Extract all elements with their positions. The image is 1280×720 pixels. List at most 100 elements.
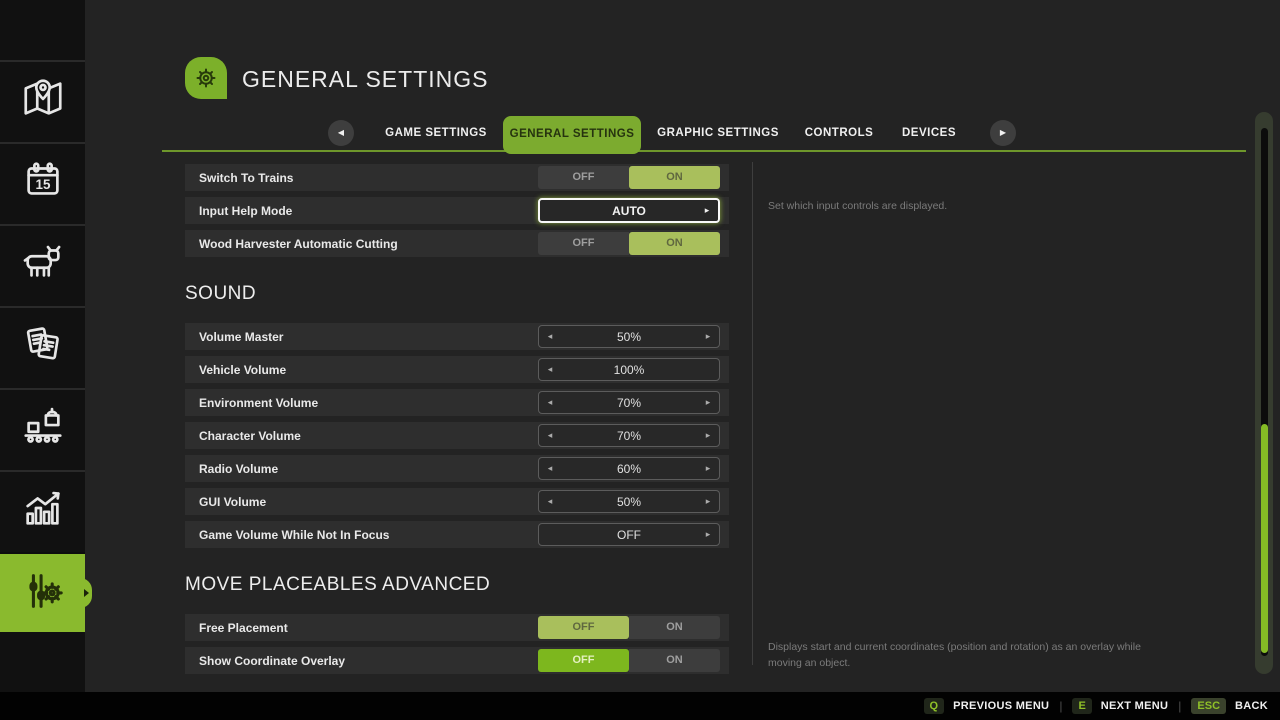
- toggle-off-button[interactable]: OFF: [538, 166, 629, 189]
- toggle-off-button[interactable]: OFF: [538, 232, 629, 255]
- chevron-left-icon: ◀: [337, 128, 345, 137]
- settings-row: GUI Volume ◂ 50% ▸: [185, 488, 729, 515]
- setting-label: Wood Harvester Automatic Cutting: [199, 236, 398, 251]
- stepper-control[interactable]: ◂ 50% ▸: [538, 325, 720, 348]
- dropdown-value: AUTO: [612, 203, 646, 218]
- statistics-icon: [20, 485, 66, 536]
- stepper-value: 70%: [616, 395, 642, 410]
- toggle-on-button[interactable]: ON: [629, 649, 720, 672]
- calendar-icon: 15: [20, 157, 66, 208]
- footer-hint-next-menu[interactable]: E NEXT MENU: [1072, 698, 1168, 714]
- setting-label: Game Volume While Not In Focus: [199, 527, 390, 542]
- dropdown-control[interactable]: AUTO ▸: [538, 198, 720, 223]
- settings-row: Environment Volume ◂ 70% ▸: [185, 389, 729, 416]
- scrollbar-thumb[interactable]: [1261, 424, 1268, 653]
- setting-label: Character Volume: [199, 428, 301, 443]
- settings-row: Character Volume ◂ 70% ▸: [185, 422, 729, 449]
- tab-game-settings[interactable]: GAME SETTINGS: [385, 120, 487, 146]
- settings-row: Input Help Mode AUTO ▸: [185, 197, 729, 224]
- setting-control: AUTO ▸: [538, 198, 720, 223]
- setting-label: Show Coordinate Overlay: [199, 653, 346, 668]
- sidebar-item-statistics[interactable]: [0, 470, 85, 548]
- sidebar-item-animals[interactable]: [0, 224, 85, 302]
- sidebar-item-calendar[interactable]: 15: [0, 142, 85, 220]
- map-icon: [20, 75, 66, 126]
- stepper-value: 60%: [616, 461, 642, 476]
- tab-graphic-settings[interactable]: GRAPHIC SETTINGS: [657, 120, 779, 146]
- toggle-on-button[interactable]: ON: [629, 616, 720, 639]
- setting-label: GUI Volume: [199, 494, 267, 509]
- setting-label: Vehicle Volume: [199, 362, 287, 377]
- tab-general-settings[interactable]: GENERAL SETTINGS: [503, 116, 641, 154]
- chevron-right-icon: ▶: [999, 128, 1007, 137]
- stepper-increase-icon[interactable]: ▸: [699, 326, 717, 347]
- stepper-control[interactable]: ◂ 60% ▸: [538, 457, 720, 480]
- settings-row: Vehicle Volume ◂ 100%: [185, 356, 729, 383]
- stepper-value: OFF: [617, 527, 641, 542]
- stepper-decrease-icon[interactable]: ◂: [541, 326, 559, 347]
- setting-control: OFF ON: [538, 649, 720, 672]
- settings-row: Volume Master ◂ 50% ▸: [185, 323, 729, 350]
- active-item-notch: [78, 578, 92, 608]
- key-badge: Q: [923, 698, 945, 714]
- stepper-increase-icon[interactable]: ▸: [699, 491, 717, 512]
- sidebar-item-map[interactable]: [0, 60, 85, 138]
- stepper-increase-icon[interactable]: ▸: [699, 392, 717, 413]
- settings-icon: [20, 568, 66, 619]
- hint-separator: |: [1178, 699, 1182, 713]
- tab-controls[interactable]: CONTROLS: [805, 120, 874, 146]
- sidebar-item-production[interactable]: [0, 388, 85, 466]
- setting-control: OFF ON: [538, 232, 720, 255]
- sidebar-item-contracts[interactable]: [0, 306, 85, 384]
- general-settings-screen: 15 GENERAL SETTINGS ◀ GAME SETTINGS GENE…: [0, 0, 1280, 720]
- setting-label: Input Help Mode: [199, 203, 293, 218]
- stepper-value: 100%: [613, 362, 645, 377]
- stepper-increase-icon[interactable]: ▸: [699, 458, 717, 479]
- setting-control: ◂ 50% ▸: [538, 325, 720, 348]
- chevron-right-icon[interactable]: ▸: [698, 200, 716, 221]
- footer-hint-back[interactable]: ESC BACK: [1191, 698, 1268, 714]
- tooltip-input-help: Set which input controls are displayed.: [768, 200, 948, 212]
- setting-control: OFF ON: [538, 166, 720, 189]
- setting-control: OFF ON: [538, 616, 720, 639]
- footer-hint-previous-menu[interactable]: Q PREVIOUS MENU: [923, 698, 1050, 714]
- toggle-on-button[interactable]: ON: [629, 166, 720, 189]
- hint-label: PREVIOUS MENU: [953, 700, 1050, 712]
- toggle-group: OFF ON: [538, 232, 720, 255]
- stepper-control[interactable]: ◂ 50% ▸: [538, 490, 720, 513]
- tabs-prev-button[interactable]: ◀: [328, 120, 354, 146]
- toggle-group: OFF ON: [538, 616, 720, 639]
- settings-list: Switch To Trains OFF ON Input Help Mode AUTO…: [185, 164, 729, 680]
- setting-control: ◂ 70% ▸: [538, 424, 720, 447]
- tab-devices[interactable]: DEVICES: [902, 120, 956, 146]
- animals-icon: [20, 239, 66, 290]
- stepper-decrease-icon[interactable]: ◂: [541, 491, 559, 512]
- setting-label: Switch To Trains: [199, 170, 294, 185]
- toggle-off-button[interactable]: OFF: [538, 616, 629, 639]
- stepper-increase-icon[interactable]: ▸: [699, 425, 717, 446]
- section-title: SOUND: [185, 283, 257, 304]
- tab-underline: [162, 150, 1246, 152]
- setting-control: ◂ 70% ▸: [538, 391, 720, 414]
- stepper-control[interactable]: ◂ 70% ▸: [538, 391, 720, 414]
- section-title: MOVE PLACEABLES ADVANCED: [185, 574, 491, 595]
- tabs-next-button[interactable]: ▶: [990, 120, 1016, 146]
- gear-icon: [185, 57, 227, 99]
- sidebar-item-settings[interactable]: [0, 552, 92, 632]
- setting-label: Radio Volume: [199, 461, 279, 476]
- stepper-decrease-icon[interactable]: ◂: [541, 359, 559, 380]
- setting-label: Volume Master: [199, 329, 284, 344]
- toggle-off-button[interactable]: OFF: [538, 649, 629, 672]
- stepper-increase-icon[interactable]: ▸: [699, 524, 717, 545]
- hint-label: NEXT MENU: [1100, 700, 1169, 712]
- hint-separator: |: [1059, 699, 1063, 713]
- toggle-on-button[interactable]: ON: [629, 232, 720, 255]
- stepper-decrease-icon[interactable]: ◂: [541, 392, 559, 413]
- stepper-control[interactable]: ◂ 70% ▸: [538, 424, 720, 447]
- settings-row: Radio Volume ◂ 60% ▸: [185, 455, 729, 482]
- stepper-decrease-icon[interactable]: ◂: [541, 425, 559, 446]
- stepper-control[interactable]: OFF ▸: [538, 523, 720, 546]
- stepper-decrease-icon[interactable]: ◂: [541, 458, 559, 479]
- stepper-value: 50%: [616, 329, 642, 344]
- stepper-control[interactable]: ◂ 100%: [538, 358, 720, 381]
